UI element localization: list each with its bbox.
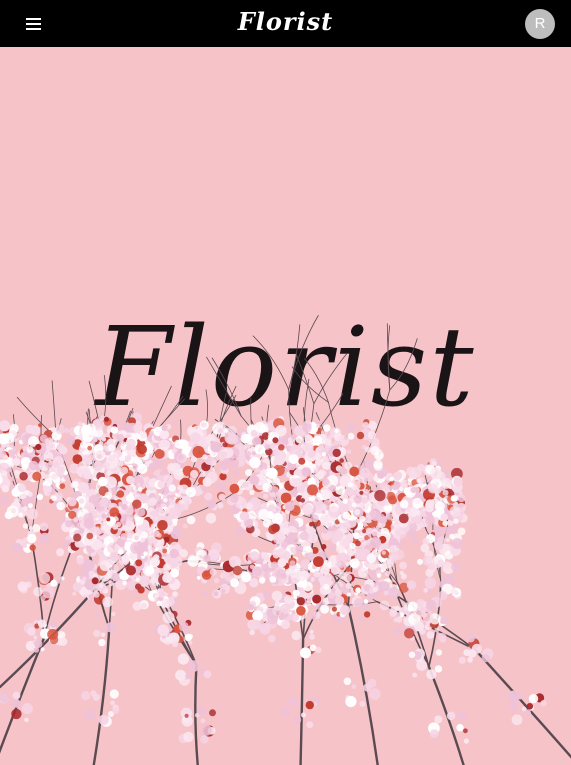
hero-banner: Florist xyxy=(0,47,571,765)
avatar[interactable]: R xyxy=(525,8,555,39)
brand-logo[interactable]: Florist xyxy=(238,4,334,40)
cherry-blossom-image xyxy=(0,315,571,765)
menu-icon[interactable] xyxy=(26,16,42,32)
top-app-bar: Florist R xyxy=(0,0,571,47)
